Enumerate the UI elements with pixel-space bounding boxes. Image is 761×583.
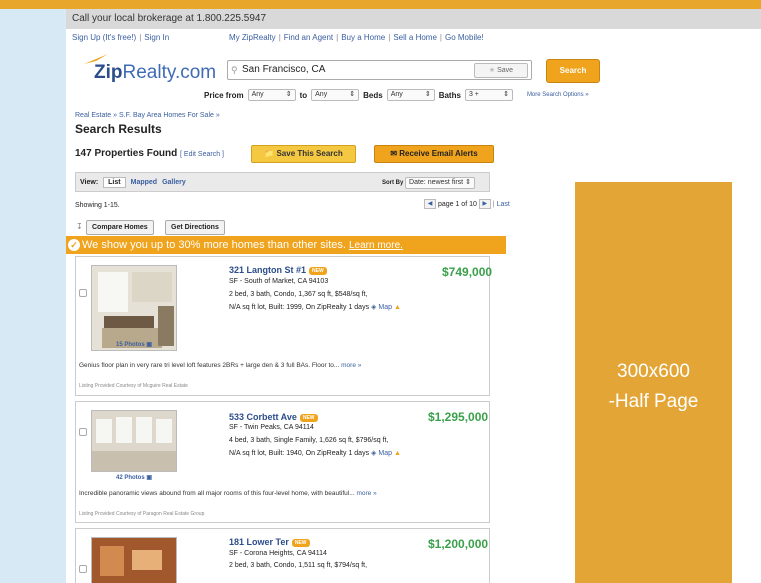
nav-sell-home[interactable]: Sell a Home [393,33,437,42]
get-directions-button[interactable]: Get Directions [165,220,225,235]
listing-checkbox[interactable] [79,565,87,573]
car-icon[interactable]: ▲ [394,304,401,311]
nav-go-mobile[interactable]: Go Mobile! [445,33,484,42]
main-nav: My ZipRealty | Find an Agent | Buy a Home | Se… [229,33,484,42]
pagination: ◀ page 1 of 10 ▶ | Last [424,199,510,209]
showing-range: Showing 1-15. [75,202,120,209]
photo-count-link[interactable]: 15 Photos ▣ [91,341,177,348]
listing-details-2: N/A sq ft lot, Built: 1999, On ZipRealty… [229,304,401,311]
receive-email-alerts-button[interactable]: ✉ Receive Email Alerts [374,145,494,163]
star-icon: ★ [488,67,496,74]
page-title: Search Results [75,122,162,136]
sort-select[interactable]: Date: newest first ⇕ [405,177,476,189]
beds-select[interactable]: Any ⇕ [386,89,435,101]
half-page-ad-placeholder[interactable]: 300x600 -Half Page [575,182,732,583]
arrow-down-icon: ↧ [76,222,83,231]
promo-banner: ✓ We show you up to 30% more homes than … [66,236,506,254]
nav-find-agent[interactable]: Find an Agent [284,33,333,42]
more-link[interactable]: more » [341,362,361,369]
listing-price: $1,200,000 [428,537,489,551]
next-page-button[interactable]: ▶ [478,199,491,209]
listing-photo[interactable] [91,537,177,583]
listing-address-link[interactable]: 181 Lower Ter NEW [229,537,310,547]
prev-page-button[interactable]: ◀ [424,199,436,209]
photo-count-link[interactable]: 42 Photos ▣ [91,474,177,481]
listing-details-2: N/A sq ft lot, Built: 1940, On ZipRealty… [229,450,401,457]
map-link[interactable]: ◈ Map [371,304,392,311]
compare-homes-button[interactable]: Compare Homes [86,220,154,235]
account-links: Sign Up (It's free!) | Sign In [72,33,170,42]
search-button[interactable]: Search [546,59,600,83]
listing-price: $749,000 [442,265,493,279]
top-accent-bar [0,0,761,9]
email-icon: ✉ [390,149,398,158]
baths-select[interactable]: 3 + ⇕ [464,89,513,101]
edit-search-link[interactable]: [ Edit Search ] [180,151,224,158]
save-search-button[interactable]: ★ Save [474,63,528,78]
listing-neighborhood: SF - Twin Peaks, CA 94114 [229,424,314,431]
listing-card: 181 Lower Ter NEW $1,200,000 SF - Corona … [75,528,490,583]
ziprealty-logo[interactable]: ZipRealty.com [94,62,216,84]
listing-courtesy: Listing Provided Courtesy of Mcguire Rea… [79,383,188,389]
results-count: 147 Properties Found [ Edit Search ] [75,148,224,159]
tab-gallery[interactable]: Gallery [162,179,186,186]
sign-in-link[interactable]: Sign In [144,33,169,42]
search-filters: Price from Any ⇕ to Any ⇕ Beds Any ⇕ Bat… [204,89,589,101]
listing-card: 15 Photos ▣ 321 Langton St #1 NEW $749,00… [75,256,493,396]
listing-neighborhood: SF - South of Market, CA 94103 [229,278,329,285]
listing-card: 42 Photos ▣ 533 Corbett Ave NEW $1,295,00… [75,401,490,523]
photo-icon: ▣ [146,475,153,481]
nav-buy-home[interactable]: Buy a Home [341,33,385,42]
browser-page: Call your local brokerage at 1.800.225.5… [66,9,761,583]
map-link[interactable]: ◈ Map [371,450,392,457]
listing-photo[interactable] [91,410,177,472]
more-search-options-link[interactable]: More Search Options » [527,92,589,98]
listing-details: 2 bed, 3 bath, Condo, 1,511 sq ft, $794/… [229,562,368,569]
new-badge: NEW [299,413,318,422]
tab-list[interactable]: List [103,176,126,188]
breadcrumb[interactable]: Real Estate » S.F. Bay Area Homes For Sa… [75,112,220,119]
sign-up-link[interactable]: Sign Up (It's free!) [72,33,136,42]
more-link[interactable]: more » [356,490,376,497]
listing-details: 2 bed, 3 bath, Condo, 1,367 sq ft, $548/… [229,291,368,298]
listing-description: Genius floor plan in very rare tri level… [79,362,362,369]
checkmark-icon: ✓ [68,239,80,251]
listing-photo[interactable] [91,265,177,351]
sort-control: Sort By Date: newest first ⇕ [382,177,476,189]
phone-banner: Call your local brokerage at 1.800.225.5… [66,9,761,29]
listing-details: 4 bed, 3 bath, Single Family, 1,626 sq f… [229,437,389,444]
folder-icon: 📁 [264,149,275,158]
last-page-link[interactable]: Last [497,201,510,208]
tab-mapped[interactable]: Mapped [131,179,157,186]
photo-icon: ▣ [146,342,153,348]
listing-price: $1,295,000 [428,410,489,424]
new-badge: NEW [291,538,310,547]
listing-checkbox[interactable] [79,289,87,297]
new-badge: NEW [309,266,327,275]
car-icon[interactable]: ▲ [394,450,401,457]
listing-address-link[interactable]: 321 Langton St #1 NEW [229,265,327,275]
listing-neighborhood: SF - Corona Heights, CA 94114 [229,550,327,557]
listing-courtesy: Listing Provided Courtesy of Paragon Rea… [79,511,205,517]
listing-description: Incredible panoramic views abound from a… [79,490,377,497]
listing-checkbox[interactable] [79,428,87,436]
listing-address-link[interactable]: 533 Corbett Ave NEW [229,412,318,422]
nav-my-ziprealty[interactable]: My ZipRealty [229,33,276,42]
learn-more-link[interactable]: Learn more. [349,240,403,251]
price-to-select[interactable]: Any ⇕ [311,89,360,101]
search-icon: ⚲ [231,65,238,75]
price-from-select[interactable]: Any ⇕ [247,89,296,101]
save-this-search-button[interactable]: 📁 Save This Search [251,145,356,163]
